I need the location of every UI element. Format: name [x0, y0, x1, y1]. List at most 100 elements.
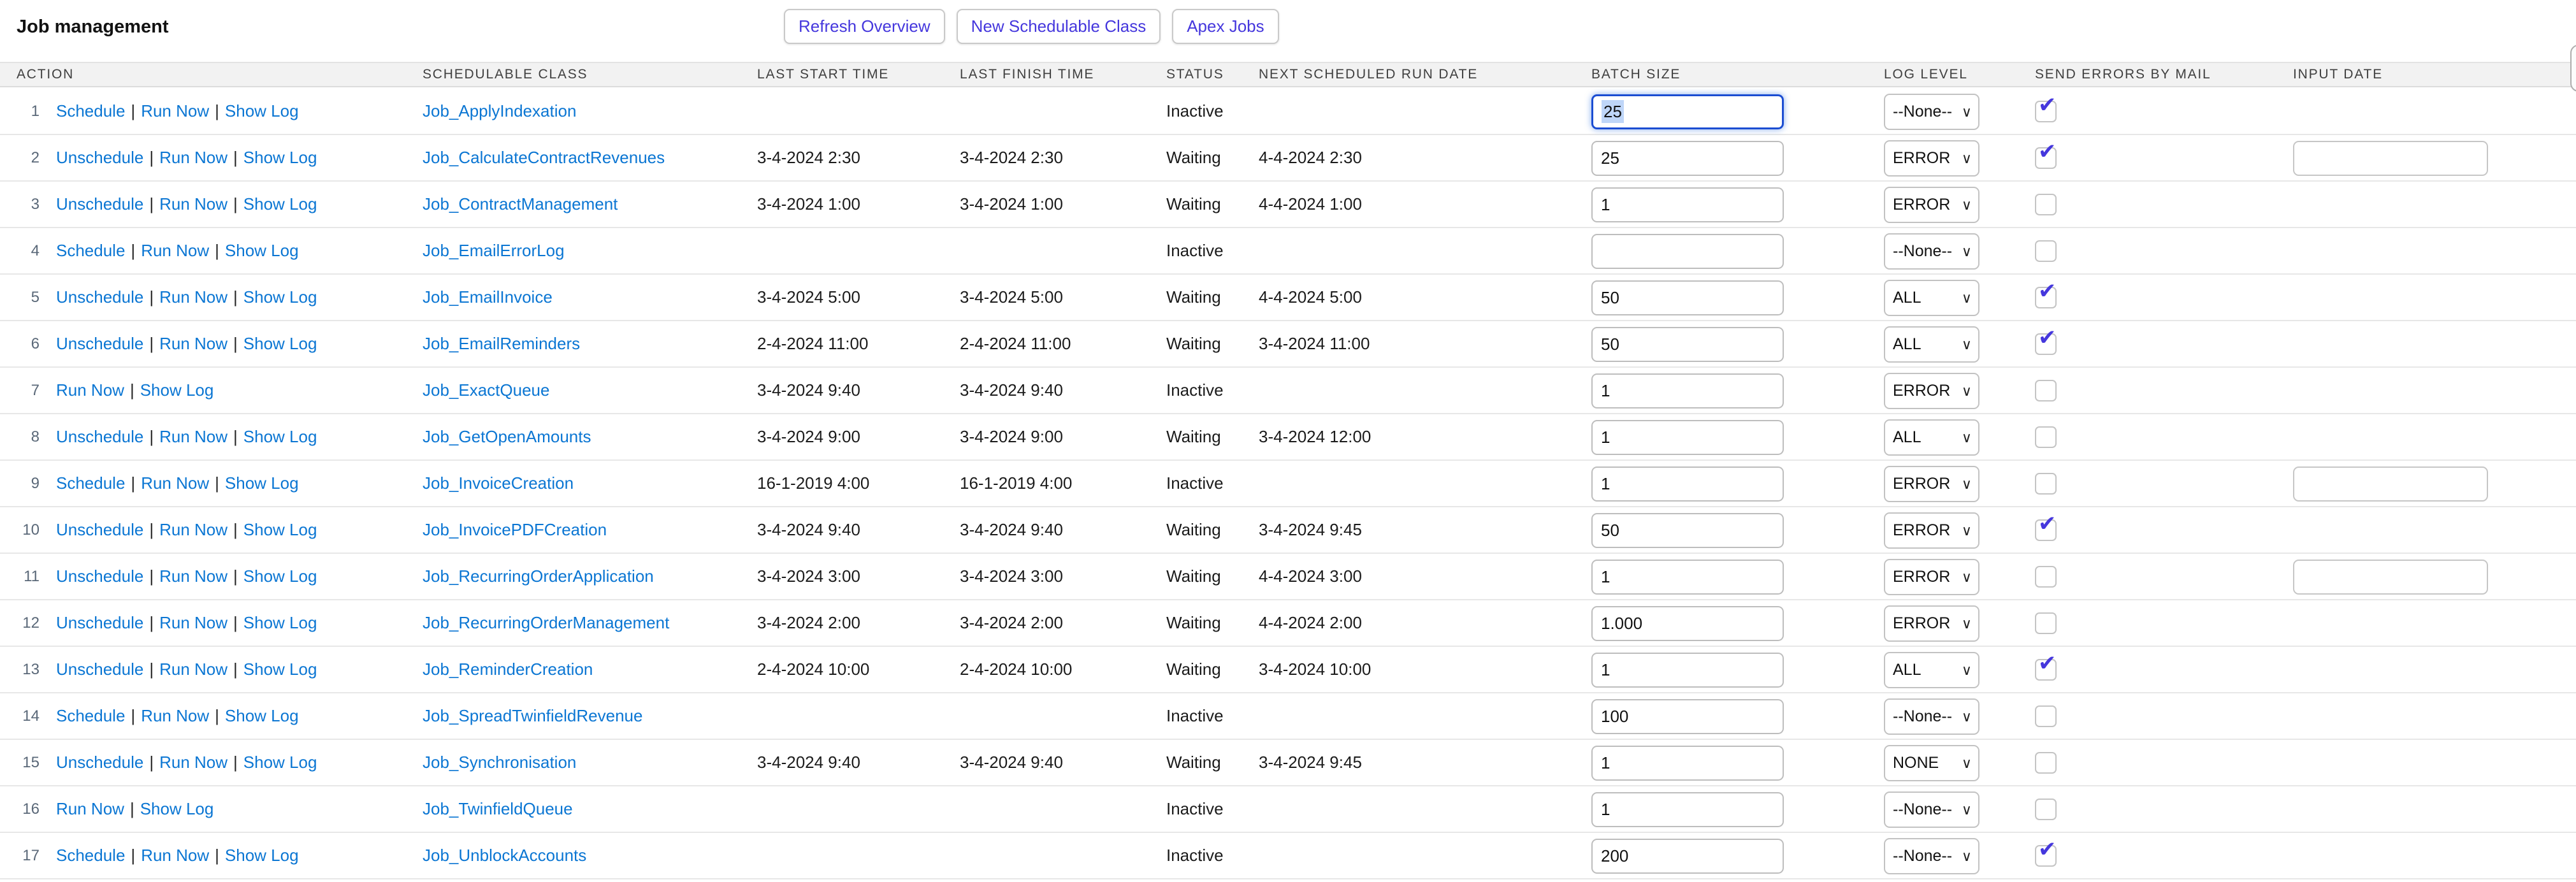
log-level-select[interactable]: ALL∨ — [1884, 652, 1979, 688]
schedulable-class-link[interactable]: Job_ExactQueue — [423, 368, 549, 413]
schedulable-class-link[interactable]: Job_GetOpenAmounts — [423, 414, 591, 459]
log-level-select[interactable]: ALL∨ — [1884, 419, 1979, 456]
send-errors-checkbox[interactable] — [2035, 194, 2057, 215]
action-link-show-log[interactable]: Show Log — [225, 706, 299, 725]
batch-size-input[interactable]: 100 — [1591, 699, 1784, 734]
action-link-show-log[interactable]: Show Log — [243, 613, 317, 632]
batch-size-input[interactable]: 1 — [1591, 653, 1784, 688]
action-link-show-log[interactable]: Show Log — [225, 101, 299, 120]
schedulable-class-link[interactable]: Job_Synchronisation — [423, 740, 576, 785]
send-errors-checkbox[interactable] — [2035, 705, 2057, 727]
action-link-unschedule[interactable]: Unschedule — [56, 287, 143, 307]
action-link-schedule[interactable]: Schedule — [56, 241, 125, 260]
log-level-select[interactable]: --None--∨ — [1884, 698, 1979, 735]
action-link-unschedule[interactable]: Unschedule — [56, 753, 143, 772]
action-link-schedule[interactable]: Schedule — [56, 846, 125, 865]
log-level-select[interactable]: ALL∨ — [1884, 326, 1979, 363]
send-errors-checkbox[interactable]: ✔ — [2035, 845, 2057, 867]
action-link-run-now[interactable]: Run Now — [159, 194, 228, 213]
batch-size-input[interactable]: 1 — [1591, 373, 1784, 408]
action-link-show-log[interactable]: Show Log — [243, 194, 317, 213]
new-schedulable-class-button[interactable]: New Schedulable Class — [957, 9, 1161, 44]
batch-size-input[interactable]: 1 — [1591, 420, 1784, 455]
schedulable-class-link[interactable]: Job_InvoiceCreation — [423, 461, 574, 506]
action-link-run-now[interactable]: Run Now — [159, 287, 228, 307]
action-link-run-now[interactable]: Run Now — [159, 334, 228, 353]
action-link-schedule[interactable]: Schedule — [56, 101, 125, 120]
schedulable-class-link[interactable]: Job_EmailReminders — [423, 321, 580, 366]
schedulable-class-link[interactable]: Job_ContractManagement — [423, 182, 618, 227]
action-link-unschedule[interactable]: Unschedule — [56, 613, 143, 632]
action-link-show-log[interactable]: Show Log — [140, 380, 214, 400]
action-link-run-now[interactable]: Run Now — [141, 241, 209, 260]
batch-size-input[interactable]: 1.000 — [1591, 606, 1784, 641]
action-link-run-now[interactable]: Run Now — [159, 567, 228, 586]
refresh-overview-button[interactable]: Refresh Overview — [784, 9, 945, 44]
batch-size-input[interactable]: 50 — [1591, 280, 1784, 315]
schedulable-class-link[interactable]: Job_UnblockAccounts — [423, 833, 586, 878]
send-errors-checkbox[interactable]: ✔ — [2035, 147, 2057, 169]
action-link-run-now[interactable]: Run Now — [159, 427, 228, 446]
action-link-schedule[interactable]: Schedule — [56, 474, 125, 493]
action-link-show-log[interactable]: Show Log — [243, 287, 317, 307]
log-level-select[interactable]: --None--∨ — [1884, 792, 1979, 828]
action-link-unschedule[interactable]: Unschedule — [56, 520, 143, 539]
action-link-run-now[interactable]: Run Now — [141, 474, 209, 493]
schedulable-class-link[interactable]: Job_ApplyIndexation — [423, 89, 576, 134]
action-link-schedule[interactable]: Schedule — [56, 706, 125, 725]
action-link-unschedule[interactable]: Unschedule — [56, 567, 143, 586]
send-errors-checkbox[interactable] — [2035, 240, 2057, 262]
input-date-field[interactable] — [2293, 466, 2488, 502]
action-link-show-log[interactable]: Show Log — [140, 799, 214, 818]
action-link-show-log[interactable]: Show Log — [225, 241, 299, 260]
send-errors-checkbox[interactable] — [2035, 473, 2057, 495]
action-link-show-log[interactable]: Show Log — [243, 427, 317, 446]
send-errors-checkbox[interactable] — [2035, 752, 2057, 774]
batch-size-input[interactable]: 25 — [1591, 141, 1784, 176]
send-errors-checkbox[interactable]: ✔ — [2035, 659, 2057, 681]
log-level-select[interactable]: ALL∨ — [1884, 280, 1979, 316]
log-level-select[interactable]: ERROR∨ — [1884, 373, 1979, 409]
log-level-select[interactable]: ERROR∨ — [1884, 140, 1979, 177]
action-link-unschedule[interactable]: Unschedule — [56, 194, 143, 213]
send-errors-checkbox[interactable]: ✔ — [2035, 101, 2057, 122]
batch-size-input[interactable]: 1 — [1591, 466, 1784, 502]
send-errors-checkbox[interactable]: ✔ — [2035, 333, 2057, 355]
schedulable-class-link[interactable]: Job_SpreadTwinfieldRevenue — [423, 693, 642, 739]
batch-size-input[interactable]: 50 — [1591, 513, 1784, 548]
log-level-select[interactable]: --None--∨ — [1884, 94, 1979, 130]
send-errors-checkbox[interactable] — [2035, 426, 2057, 448]
log-level-select[interactable]: --None--∨ — [1884, 838, 1979, 874]
action-link-show-log[interactable]: Show Log — [243, 753, 317, 772]
send-errors-checkbox[interactable] — [2035, 380, 2057, 401]
action-link-show-log[interactable]: Show Log — [225, 474, 299, 493]
batch-size-input[interactable]: 1 — [1591, 792, 1784, 827]
batch-size-input[interactable]: 1 — [1591, 560, 1784, 595]
log-level-select[interactable]: --None--∨ — [1884, 233, 1979, 270]
send-errors-checkbox[interactable] — [2035, 799, 2057, 820]
action-link-show-log[interactable]: Show Log — [225, 846, 299, 865]
log-level-select[interactable]: ERROR∨ — [1884, 605, 1979, 642]
log-level-select[interactable]: ERROR∨ — [1884, 466, 1979, 502]
log-level-select[interactable]: ERROR∨ — [1884, 512, 1979, 549]
log-level-select[interactable]: ERROR∨ — [1884, 559, 1979, 595]
action-link-unschedule[interactable]: Unschedule — [56, 334, 143, 353]
input-date-field[interactable] — [2293, 560, 2488, 595]
action-link-run-now[interactable]: Run Now — [141, 846, 209, 865]
action-link-run-now[interactable]: Run Now — [56, 380, 124, 400]
action-link-run-now[interactable]: Run Now — [141, 706, 209, 725]
batch-size-input[interactable]: 1 — [1591, 187, 1784, 222]
action-link-show-log[interactable]: Show Log — [243, 334, 317, 353]
schedulable-class-link[interactable]: Job_RecurringOrderManagement — [423, 600, 669, 646]
action-link-run-now[interactable]: Run Now — [159, 613, 228, 632]
schedulable-class-link[interactable]: Job_ReminderCreation — [423, 647, 593, 692]
vertical-scrollbar-thumb[interactable] — [2570, 45, 2576, 92]
action-link-run-now[interactable]: Run Now — [141, 101, 209, 120]
action-link-run-now[interactable]: Run Now — [159, 148, 228, 167]
send-errors-checkbox[interactable]: ✔ — [2035, 287, 2057, 308]
log-level-select[interactable]: ERROR∨ — [1884, 187, 1979, 223]
schedulable-class-link[interactable]: Job_CalculateContractRevenues — [423, 135, 665, 180]
schedulable-class-link[interactable]: Job_EmailErrorLog — [423, 228, 565, 273]
action-link-show-log[interactable]: Show Log — [243, 520, 317, 539]
action-link-run-now[interactable]: Run Now — [159, 520, 228, 539]
